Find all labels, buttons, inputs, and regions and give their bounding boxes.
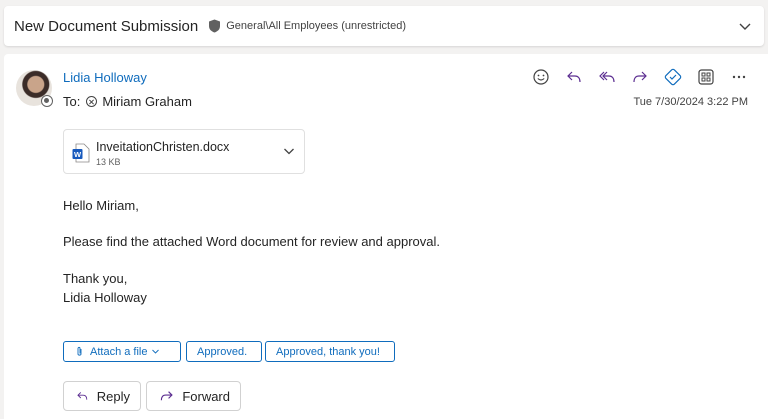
shield-icon [209,19,221,33]
presence-status-icon [41,95,53,107]
email-subject: New Document Submission [14,17,199,35]
attachment-size: 13 KB [96,157,121,167]
emoji-icon [533,69,549,85]
paperclip-icon [77,346,82,356]
quick-reply-approved[interactable]: Approved. [186,341,262,362]
reply-icon [567,71,581,83]
body-closing: Thank you, [63,271,128,286]
emoji-button[interactable] [530,66,552,88]
sent-date: Tue 7/30/2024 3:22 PM [633,96,748,108]
attach-file-suggestion[interactable]: Attach a file [63,341,181,362]
attachment-name: InveitationChristen.docx [96,140,230,154]
recipient-line: To: Miriam Graham [63,94,192,109]
sender-name[interactable]: Lidia Holloway [63,70,147,85]
recipient-name[interactable]: Miriam Graham [102,94,192,109]
message-actions [530,66,761,88]
forward-icon [633,71,647,83]
reply-label: Reply [96,388,130,404]
forward-button[interactable]: Forward [146,381,241,411]
forward-icon [160,391,173,401]
body-paragraph: Please find the attached Word document f… [63,234,440,249]
to-label: To: [63,94,81,109]
recipient-status-icon [86,96,98,107]
attachment-card[interactable]: W InveitationChristen.docx 13 KB [63,129,305,174]
share-teams-button[interactable] [662,66,684,88]
svg-text:W: W [74,150,82,159]
forward-action-button[interactable] [629,66,651,88]
sensitivity-label[interactable]: General\All Employees (unrestricted) [226,20,406,32]
chevron-down-icon[interactable] [282,144,296,158]
reply-all-action-button[interactable] [596,66,618,88]
reply-action-button[interactable] [563,66,585,88]
reply-icon [77,392,88,400]
apps-icon [698,69,714,85]
chevron-down-icon [152,349,160,354]
forward-label: Forward [182,388,230,404]
quick-reply-approved-thanks[interactable]: Approved, thank you! [265,341,395,362]
subject-bar: New Document Submission General\All Empl… [4,6,764,46]
chevron-down-icon[interactable] [736,17,754,35]
reply-button[interactable]: Reply [63,381,141,411]
teams-share-icon [664,68,682,86]
apps-button[interactable] [695,66,717,88]
reply-all-icon [599,71,615,83]
message-pane: Lidia Holloway To: Miriam Graham Tue 7/3… [4,54,768,419]
attach-file-label: Attach a file [90,345,148,358]
quick-reply-approved-label: Approved. [197,345,248,358]
more-actions-button[interactable] [728,66,750,88]
word-document-icon: W [72,143,90,163]
body-greeting: Hello Miriam, [63,198,139,213]
body-signature: Lidia Holloway [63,290,147,305]
quick-reply-approved-thanks-label: Approved, thank you! [276,345,380,358]
more-icon [732,75,746,79]
